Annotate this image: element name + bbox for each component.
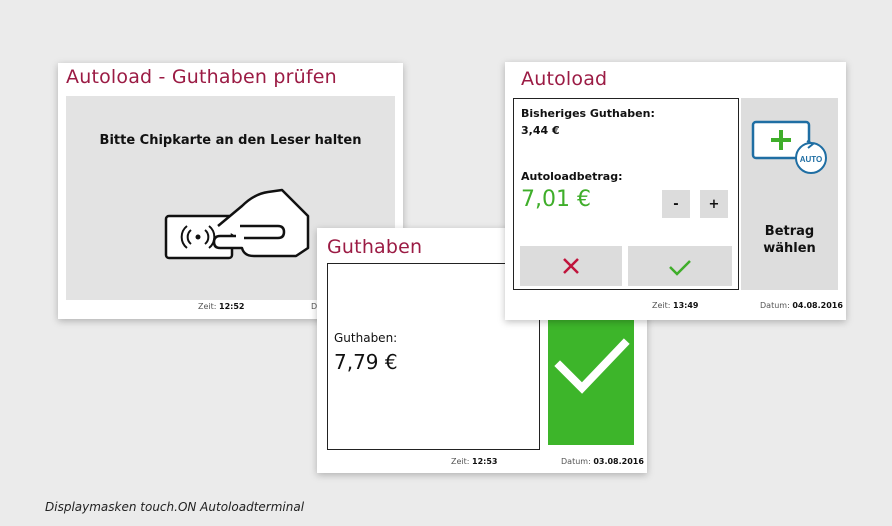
cancel-x-icon [563,258,579,274]
footer-time: Zeit: 12:52 [198,302,245,311]
minus-button[interactable]: - [662,190,690,218]
select-amount-button[interactable]: AUTO Betrag wählen [741,98,838,290]
large-check-icon [554,338,630,394]
balance-value: 7,79 € [334,350,398,374]
confirm-button[interactable] [548,318,634,445]
cancel-button[interactable] [520,246,622,286]
footer-date: Datum: 04.08.2016 [760,301,843,310]
figure-caption: Displaymasken touch.ON Autoloadterminal [45,500,305,514]
previous-balance-label: Bisheriges Guthaben: [521,107,655,120]
minus-label: - [673,196,679,212]
footer-time: Zeit: 12:53 [451,457,498,466]
confirm-button[interactable] [628,246,732,286]
panel-title: Autoload [521,68,608,90]
panel-autoload: Autoload Bisheriges Guthaben: 3,44 € Aut… [505,62,846,320]
auto-icon-text: AUTO [800,155,823,164]
amount-label: Autoloadbetrag: [521,170,623,183]
instruction-text: Bitte Chipkarte an den Leser halten [99,133,362,148]
panel-title: Autoload - Guthaben prüfen [66,66,337,88]
panel-title: Guthaben [327,236,423,258]
balance-label: Guthaben: [334,331,398,345]
plus-label: + [708,196,720,212]
select-amount-label: Betrag wählen [763,224,816,256]
footer-date: Datum: 03.08.2016 [561,457,644,466]
amount-value: 7,01 € [521,187,591,212]
previous-balance-value: 3,44 € [521,124,560,137]
auto-topup-icon: AUTO [751,120,827,174]
nfc-card-hand-icon [164,188,310,260]
amount-box: Bisheriges Guthaben: 3,44 € Autoloadbetr… [513,98,739,290]
footer-time: Zeit: 13:49 [652,301,699,310]
plus-button[interactable]: + [700,190,728,218]
confirm-check-icon [669,260,691,276]
